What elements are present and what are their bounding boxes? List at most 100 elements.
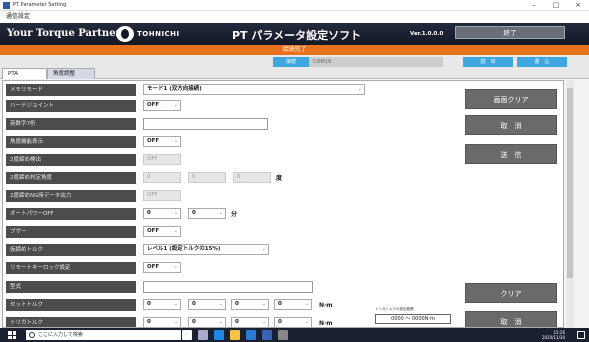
com-port-field[interactable]: COM19 [309, 57, 443, 67]
trigger-range-box: トリガトルクの設定範囲 0000 ～ 0000N·m [375, 307, 455, 327]
chevron-down-icon: ⌄ [173, 264, 178, 270]
chevron-down-icon: ⌄ [173, 138, 178, 144]
chevron-down-icon: ⌄ [173, 301, 178, 307]
row-buzzer: ブザー OFF ⌄ [3, 225, 563, 239]
buzzer-label: ブザー [6, 226, 136, 238]
hard-joint-select[interactable]: OFF ⌄ [143, 100, 181, 111]
chevron-down-icon: ⌄ [173, 319, 178, 325]
parameter-panel: メモリモード モード1 (双方向接続) ⌄ ハードジョイント OFF ⌄ 英数字7桁… [2, 80, 564, 328]
chevron-down-icon: ⌄ [261, 246, 266, 252]
hard-joint-label: ハードジョイント [6, 100, 136, 112]
set-torque-1[interactable]: 0 ⌄ [143, 299, 181, 310]
auto-power-off-2[interactable]: 0 ⌄ [188, 208, 226, 219]
remote-key-lock-select[interactable]: OFF ⌄ [143, 262, 181, 273]
chevron-down-icon: ⌄ [261, 319, 266, 325]
set-torque-4[interactable]: 0 ⌄ [274, 299, 312, 310]
clear-button[interactable]: クリア [465, 283, 557, 303]
model-input[interactable] [143, 281, 313, 293]
maximize-button[interactable]: □ [545, 0, 567, 11]
scrollbar-thumb[interactable] [567, 88, 573, 278]
chevron-down-icon: ⌄ [218, 319, 223, 325]
row-double-ng-output: 2度締めNG時データ出力 OFF [3, 189, 563, 203]
write-button[interactable]: 書 込 [517, 57, 567, 67]
task-view-icon[interactable] [198, 330, 208, 340]
trigger-torque-4[interactable]: 0 ⌄ [274, 317, 312, 327]
company-name: TOHNICHI [137, 30, 180, 38]
store-icon[interactable] [246, 330, 256, 340]
alnum7-label: 英数字7桁 [6, 118, 136, 130]
double-angle-3: 0 [233, 172, 271, 183]
memory-mode-label: メモリモード [6, 84, 136, 96]
window-title: PT Parameter Setting [13, 2, 67, 8]
app-title: PT パラメータ設定ソフト [232, 29, 362, 42]
trigger-range-value: 0000 ～ 0000N·m [375, 314, 451, 324]
row-pre-tighten: 仮締めトルク レベル1 (設定トルクの15%) ⌄ [3, 243, 563, 257]
version-label: Ver.1.0.0.0 [410, 31, 444, 37]
chevron-down-icon: ⌄ [261, 301, 266, 307]
double-ng-output-label: 2度締めNG時データ出力 [6, 190, 136, 202]
chevron-down-icon: ⌄ [304, 301, 309, 307]
tab-pta[interactable]: PTA [2, 68, 47, 79]
connect-button[interactable]: 接続 [273, 57, 309, 67]
double-angle-label: 2度締め判定角度 [6, 172, 136, 184]
pre-tighten-label: 仮締めトルク [6, 244, 136, 256]
alnum7-input[interactable] [143, 118, 268, 130]
double-detect-label: 2度締め検出 [6, 154, 136, 166]
cortana-icon[interactable] [182, 330, 192, 340]
memory-mode-select[interactable]: モード1 (双方向接続) ⌄ [143, 84, 365, 95]
trigger-torque-unit: N·m [319, 320, 333, 327]
edge-icon[interactable] [214, 330, 224, 340]
row-double-angle: 2度締め判定角度 0 0 0 度 [3, 171, 563, 185]
chevron-down-icon: ⌄ [173, 102, 178, 108]
set-torque-2[interactable]: 0 ⌄ [188, 299, 226, 310]
taskbar-search[interactable]: ここに入力して検索 [26, 330, 181, 340]
chevron-down-icon: ⌄ [218, 210, 223, 216]
auto-power-off-1[interactable]: 0 ⌄ [143, 208, 181, 219]
app-icon-pt[interactable] [262, 330, 272, 340]
chevron-down-icon: ⌄ [304, 319, 309, 325]
clock-date: 2020/11/30 [541, 335, 565, 340]
header-banner: Your Torque Partner TOHNICHI PT パラメータ設定ソ… [0, 23, 589, 45]
clock[interactable]: 15:26 2020/11/30 [542, 330, 565, 340]
set-torque-unit: N·m [319, 302, 333, 309]
send-button[interactable]: 送 信 [465, 144, 557, 164]
row-auto-power-off: オートパワーOFF 0 ⌄ 0 ⌄ 分 [3, 207, 563, 221]
row-remote-key-lock: リモートキーロック設定 OFF ⌄ [3, 261, 563, 275]
taskbar-apps [182, 330, 288, 340]
double-angle-1: 0 [143, 172, 181, 183]
trigger-torque-3[interactable]: 0 ⌄ [231, 317, 269, 327]
menu-bar: 通信設定 [0, 11, 589, 23]
explorer-icon[interactable] [230, 330, 240, 340]
trigger-torque-2[interactable]: 0 ⌄ [188, 317, 226, 327]
remote-key-lock-label: リモートキーロック設定 [6, 262, 136, 274]
pre-tighten-select[interactable]: レベル1 (設定トルクの15%) ⌄ [143, 244, 269, 255]
vertical-scrollbar[interactable] [566, 80, 574, 328]
chevron-down-icon: ⌄ [173, 210, 178, 216]
tab-strip: 接続 COM19 読 出 書 込 PTA 角度調整 [0, 55, 589, 79]
trigger-torque-1[interactable]: 0 ⌄ [143, 317, 181, 327]
minimize-button[interactable]: – [523, 0, 545, 11]
menu-item-comm-settings[interactable]: 通信設定 [6, 13, 30, 20]
windows-start-icon[interactable] [8, 331, 16, 339]
taskbar: ここに入力して検索 15:26 2020/11/30 [0, 328, 589, 342]
angle-display-select[interactable]: OFF ⌄ [143, 136, 181, 147]
degree-unit: 度 [276, 175, 283, 182]
company-logo-icon [116, 26, 134, 42]
set-torque-3[interactable]: 0 ⌄ [231, 299, 269, 310]
exit-button[interactable]: 終了 [455, 26, 565, 39]
clear-screen-button[interactable]: 画面クリア [465, 89, 557, 109]
read-button[interactable]: 読 出 [463, 57, 513, 67]
buzzer-select[interactable]: OFF ⌄ [143, 226, 181, 237]
notification-icon[interactable] [577, 331, 585, 339]
trigger-range-title: トリガトルクの設定範囲 [375, 307, 414, 311]
window-titlebar: PT Parameter Setting – □ × [0, 0, 589, 11]
auto-power-off-label: オートパワーOFF [6, 208, 136, 220]
trigger-torque-label: トリガトルク [6, 317, 136, 327]
app-icon-misc[interactable] [278, 330, 288, 340]
tab-angle-adjust[interactable]: 角度調整 [47, 68, 95, 79]
minute-unit: 分 [231, 211, 238, 218]
cancel-button[interactable]: 取 消 [465, 115, 557, 135]
cancel-button-2[interactable]: 取 消 [465, 311, 557, 327]
close-button[interactable]: × [567, 0, 589, 11]
window-controls: – □ × [523, 0, 589, 11]
